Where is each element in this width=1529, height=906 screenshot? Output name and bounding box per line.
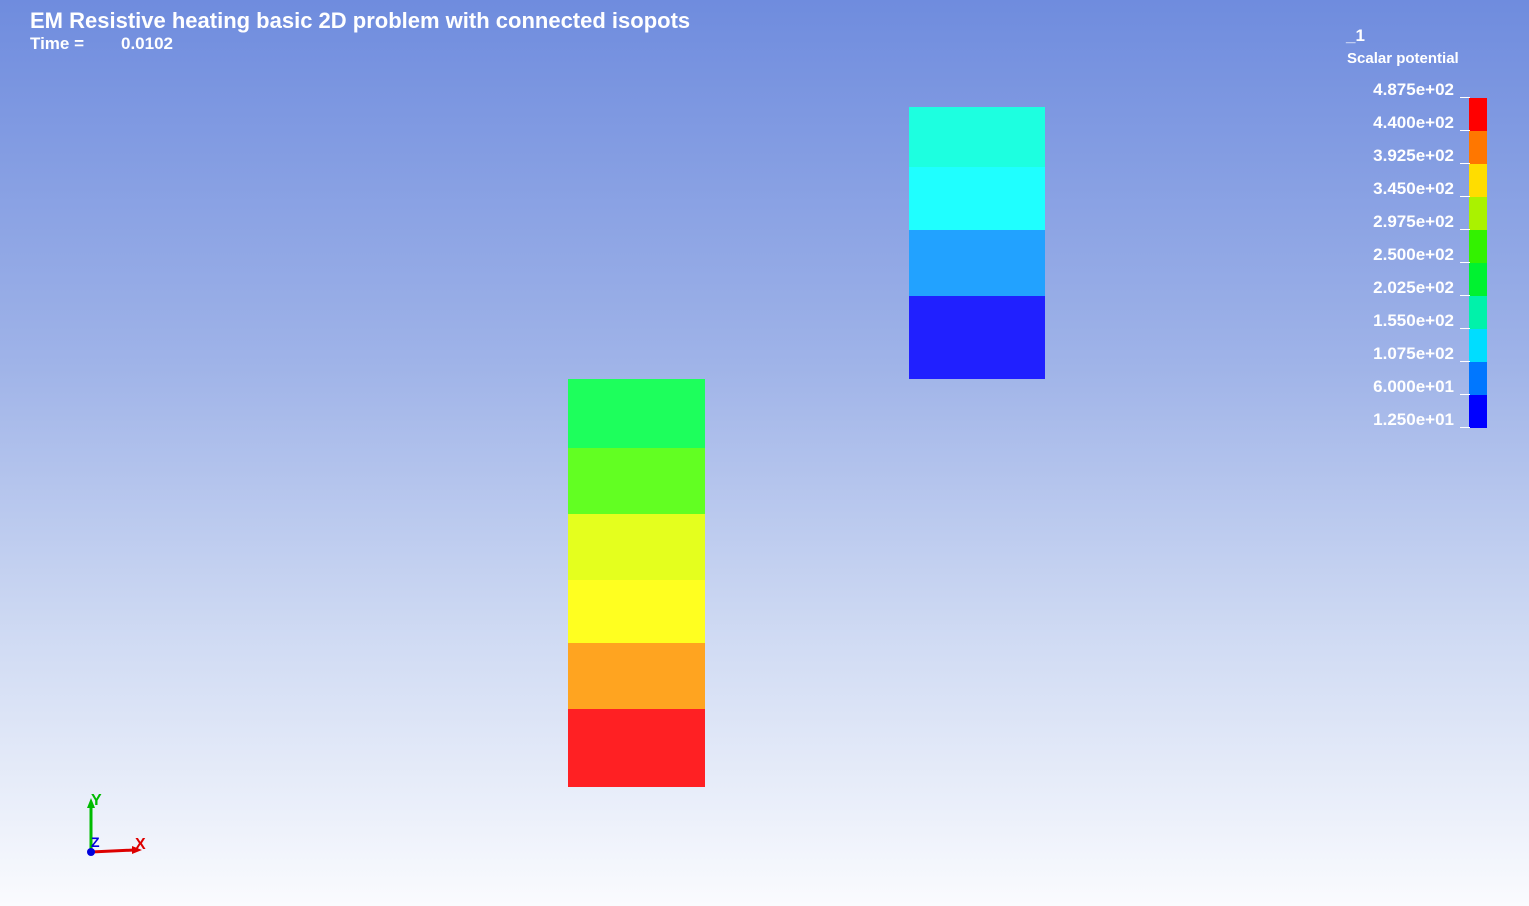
legend-swatch	[1469, 197, 1487, 230]
legend-swatch	[1469, 263, 1487, 296]
legend-tick	[1460, 427, 1470, 428]
legend-tick	[1460, 394, 1470, 395]
time-readout: Time = 0.0102	[30, 34, 173, 54]
triad-z-label: Z	[91, 834, 100, 850]
part-right-column[interactable]	[909, 107, 1045, 379]
legend-index: _1	[1346, 26, 1365, 45]
legend-swatch	[1469, 98, 1487, 131]
mesh-element[interactable]	[568, 379, 705, 448]
plot-title: EM Resistive heating basic 2D problem wi…	[30, 8, 691, 33]
mesh-element[interactable]	[568, 580, 705, 643]
legend-swatch	[1469, 164, 1487, 197]
legend-label: 1.250e+01	[1373, 410, 1470, 430]
legend-label: 3.925e+02	[1373, 146, 1470, 166]
legend-title: Scalar potential	[1347, 50, 1459, 67]
legend-swatch	[1469, 296, 1487, 329]
legend-label: 2.975e+02	[1373, 212, 1470, 232]
legend-label: 3.450e+02	[1373, 179, 1470, 199]
legend-swatch	[1469, 362, 1487, 395]
legend-label: 6.000e+01	[1373, 377, 1470, 397]
mesh-element[interactable]	[568, 643, 705, 709]
legend-swatch	[1469, 395, 1487, 428]
mesh-element[interactable]	[568, 448, 705, 514]
legend-tick	[1460, 196, 1470, 197]
legend-label-text: 2.500e+02	[1373, 245, 1454, 264]
coordinate-triad: Y Z X	[80, 790, 160, 865]
legend-label-text: 6.000e+01	[1373, 377, 1454, 396]
mesh-element[interactable]	[909, 167, 1045, 230]
legend-swatch	[1469, 329, 1487, 362]
mesh-element[interactable]	[909, 296, 1045, 379]
mesh-element[interactable]	[568, 514, 705, 580]
legend-swatch	[1469, 230, 1487, 263]
legend-color-bar	[1469, 98, 1487, 428]
triad-x-label: X	[135, 836, 146, 853]
legend-label: 2.500e+02	[1373, 245, 1470, 265]
mesh-element[interactable]	[909, 107, 1045, 167]
legend-tick	[1460, 97, 1470, 98]
legend-tick	[1460, 328, 1470, 329]
legend-label-text: 4.875e+02	[1373, 80, 1454, 99]
triad-y-label: Y	[91, 792, 102, 809]
legend-tick	[1460, 361, 1470, 362]
legend-tick	[1460, 262, 1470, 263]
part-left-column[interactable]	[568, 379, 705, 787]
legend-label-text: 1.550e+02	[1373, 311, 1454, 330]
legend-label-text: 3.925e+02	[1373, 146, 1454, 165]
mesh-element[interactable]	[568, 709, 705, 787]
legend-label: 1.550e+02	[1373, 311, 1470, 331]
legend-tick	[1460, 163, 1470, 164]
legend-label: 2.025e+02	[1373, 278, 1470, 298]
time-label: Time =	[30, 34, 85, 53]
legend-label: 4.400e+02	[1373, 113, 1470, 133]
legend-label: 4.875e+02	[1373, 80, 1470, 100]
legend-label-text: 2.025e+02	[1373, 278, 1454, 297]
legend-label-text: 1.075e+02	[1373, 344, 1454, 363]
legend-tick	[1460, 229, 1470, 230]
legend-swatch	[1469, 131, 1487, 164]
mesh-element[interactable]	[909, 230, 1045, 296]
legend-label-text: 4.400e+02	[1373, 113, 1454, 132]
time-value: 0.0102	[121, 34, 173, 53]
legend-label-text: 1.250e+01	[1373, 410, 1454, 429]
legend-tick	[1460, 130, 1470, 131]
legend-tick	[1460, 295, 1470, 296]
legend-label-text: 3.450e+02	[1373, 179, 1454, 198]
legend-label: 1.075e+02	[1373, 344, 1470, 364]
legend-label-text: 2.975e+02	[1373, 212, 1454, 231]
